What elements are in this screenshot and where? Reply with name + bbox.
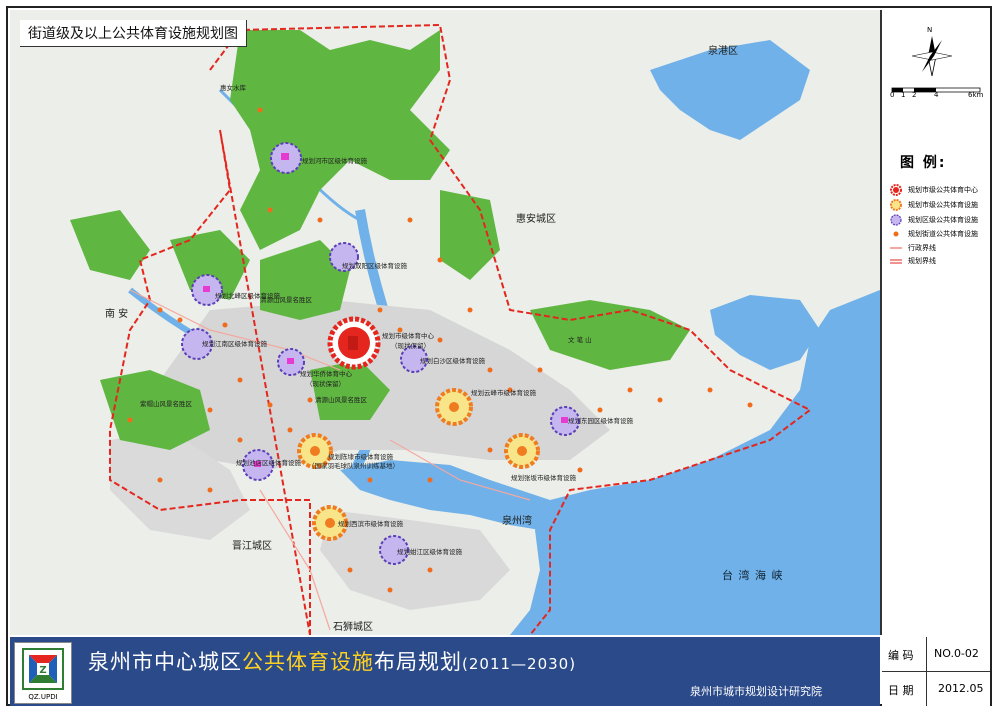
- district-facility-luojiang[interactable]: [270, 142, 302, 174]
- scale-tick-1: 1: [901, 91, 906, 99]
- date-value: 2012.05: [938, 682, 984, 695]
- city-sports-center[interactable]: [327, 316, 381, 370]
- label-chendai-sub: （国家羽毛球队泉州训练基地）: [308, 462, 399, 470]
- label-luojiang: 规划河市区级体育设施: [302, 157, 367, 165]
- legend-label: 规划市级公共体育中心: [908, 186, 978, 194]
- scale-tick-4: 6km: [968, 91, 984, 99]
- institute-name: 泉州市城市规划设计研究院: [690, 685, 822, 698]
- date-label: 日 期: [888, 684, 914, 697]
- label-zhangban: 规划张坂市级体育设施: [511, 474, 576, 482]
- legend-label: 规划区级公共体育设施: [908, 216, 978, 224]
- scale-tick-2: 2: [912, 91, 917, 99]
- legend-item-street-facility: 规划街道公共体育设施: [890, 228, 978, 240]
- legend-label: 规划界线: [908, 257, 936, 265]
- facility-layer: [127, 107, 753, 593]
- logo: Z QZ.UPDI: [14, 642, 72, 704]
- legend-item-city-center: 规划市级公共体育中心: [890, 184, 978, 196]
- info-table: 编 码 NO.0-02 日 期 2012.05: [882, 637, 990, 706]
- map-canvas: 街道级及以上公共体育设施规划图 泉港区 惠安城区 南 安 晋江城区 石狮城区 台…: [10, 10, 882, 635]
- table-divider-h: [882, 671, 990, 672]
- street-facility-dots: [127, 107, 753, 593]
- district-facility-icon: [890, 214, 902, 226]
- label-jiangnan: 规划江南区级体育设施: [202, 340, 267, 348]
- label-baisha: 规划白沙区级体育设施: [420, 357, 485, 365]
- legend-label: 行政界线: [908, 244, 936, 252]
- title-prefix: 泉州市中心城区: [88, 650, 242, 674]
- code-value: NO.0-02: [934, 647, 979, 660]
- plan-line-icon: [890, 259, 902, 264]
- city-facility-icon: [890, 199, 902, 211]
- label-dongyuan: 规划东园区级体育设施: [568, 417, 633, 425]
- code-label: 编 码: [888, 649, 914, 662]
- title-suffix: 布局规划: [374, 650, 462, 674]
- updi-logo-icon: Z QZ.UPDI: [22, 648, 64, 701]
- street-facility-icon: [893, 231, 899, 237]
- map-sheet: 街道级及以上公共体育设施规划图 泉港区 惠安城区 南 安 晋江城区 石狮城区 台…: [0, 0, 1000, 714]
- label-hanjiang: 规划蚶江区级体育设施: [397, 548, 462, 556]
- legend-item-city-facility: 规划市级公共体育设施: [890, 199, 978, 211]
- admin-line-icon: [890, 247, 902, 249]
- city-facility-zhangban[interactable]: [504, 433, 540, 469]
- label-xibin: 规划西滨市级体育设施: [338, 520, 403, 528]
- label-chidian: 规划池店区级体育设施: [236, 459, 301, 467]
- label-huaqiao-sub: （现状保留）: [306, 380, 345, 388]
- legend-panel: N 0 1 2 4 6km 图 例: 规划市级公共体育中心 规划市级公共体育设施…: [882, 10, 990, 635]
- label-shuangyang: 规划双阳区级体育设施: [342, 262, 407, 270]
- north-letter: N: [927, 26, 932, 34]
- label-huaqiao: 规划华侨体育中心: [300, 370, 352, 378]
- scale-tick-3: 4: [934, 91, 939, 99]
- legend-item-district-facility: 规划区级公共体育设施: [890, 214, 978, 226]
- city-facility-yunfeng[interactable]: [435, 388, 473, 426]
- label-center-sub: （现状保留）: [391, 342, 430, 350]
- label-yunfeng: 规划云峰市级体育设施: [471, 389, 536, 397]
- legend-title: 图 例:: [900, 155, 947, 171]
- title-years: (2011—2030): [462, 655, 577, 673]
- legend-item-plan-line: 规划界线: [890, 255, 936, 267]
- svg-text:Z: Z: [39, 665, 46, 676]
- legend-label: 规划市级公共体育设施: [908, 201, 978, 209]
- city-center-icon: [890, 184, 902, 196]
- legend-label: 规划街道公共体育设施: [908, 230, 978, 238]
- table-divider-v: [926, 637, 927, 706]
- label-center: 规划市级体育中心: [382, 332, 434, 340]
- scenic-label-tongfo: 清源山风景名胜区: [315, 396, 367, 404]
- title-highlight: 公共体育设施: [242, 650, 374, 674]
- legend-item-admin-line: 行政界线: [890, 242, 936, 254]
- logo-text: QZ.UPDI: [28, 693, 57, 701]
- main-title: 泉州市中心城区公共体育设施布局规划(2011—2030): [88, 646, 576, 676]
- label-beifeng: 规划北峰区级体育设施: [215, 292, 280, 300]
- scale-tick-0: 0: [890, 91, 895, 99]
